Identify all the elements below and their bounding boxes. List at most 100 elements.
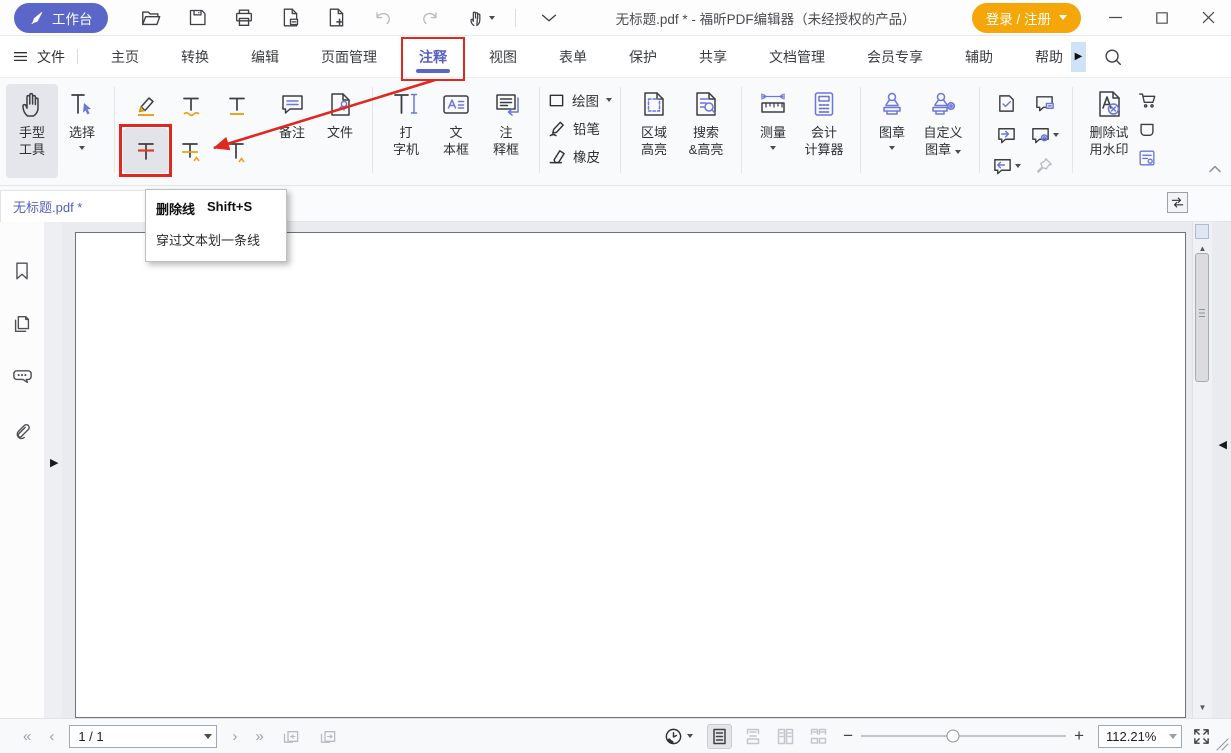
eraser-button[interactable]: 橡皮 [548, 146, 612, 166]
zoom-slider[interactable] [861, 735, 1066, 737]
maximize-button[interactable] [1154, 10, 1170, 26]
split-view-box[interactable] [1195, 224, 1209, 239]
stamp-button[interactable]: 图章 [869, 84, 915, 178]
note-bubble-icon [279, 91, 306, 118]
import-comments-button[interactable] [996, 124, 1017, 145]
last-page-button[interactable]: » [246, 728, 272, 745]
insert-text-tool-button[interactable] [214, 128, 260, 173]
reply-comments-button[interactable] [992, 155, 1021, 176]
tab-switch-button[interactable] [1167, 192, 1188, 213]
continuous-view-button[interactable] [740, 724, 765, 749]
window-resize-grip[interactable] [1216, 738, 1229, 751]
file-attachment-button[interactable]: 文件 [316, 84, 364, 178]
first-page-button[interactable]: « [14, 728, 40, 745]
pages-panel-icon[interactable] [11, 313, 33, 335]
reading-timer-button[interactable] [664, 727, 693, 746]
scroll-down-arrow[interactable]: ▼ [1193, 703, 1212, 712]
strikeout-tool-button[interactable] [123, 128, 168, 173]
zoom-out-button[interactable]: − [835, 726, 861, 746]
comments-panel-icon[interactable] [11, 366, 34, 389]
sidebar-expand-handle[interactable]: ▶ [50, 456, 58, 469]
menu-tab-member-exclusive[interactable]: 会员专享 [846, 36, 944, 78]
undo-icon[interactable] [372, 7, 394, 29]
right-panel-expand-handle[interactable]: ◀ [1219, 438, 1227, 451]
custom-stamp-button[interactable]: 自定义图章 [915, 84, 971, 178]
approve-comments-button[interactable] [996, 93, 1017, 114]
main-area: ▶ ▲ ▼ ◀ [0, 222, 1231, 718]
collapse-toolbar-icon[interactable] [538, 7, 560, 29]
menu-tab-protect[interactable]: 保护 [608, 36, 678, 78]
comment-settings-button[interactable] [1030, 124, 1059, 145]
menu-tab-form[interactable]: 表单 [538, 36, 608, 78]
underline-tool-button[interactable] [214, 84, 260, 128]
menu-tab-comment[interactable]: 注释 [398, 36, 468, 78]
redo-icon[interactable] [419, 7, 441, 29]
page-number-combobox[interactable]: 1 / 1 [69, 725, 217, 748]
menu-overflow-expand-button[interactable]: ▶ [1071, 42, 1086, 72]
menu-tab-edit[interactable]: 编辑 [230, 36, 300, 78]
menu-tab-assist[interactable]: 辅助 [944, 36, 1014, 78]
search-icon[interactable] [1102, 46, 1124, 68]
fullscreen-button[interactable] [1192, 727, 1211, 746]
zoom-in-button[interactable]: + [1066, 726, 1092, 746]
menu-tab-label: 共享 [699, 47, 727, 67]
menu-tab-convert[interactable]: 转换 [160, 36, 230, 78]
textbox-button[interactable]: 文本框 [431, 84, 481, 178]
menu-tab-help[interactable]: 帮助 [1014, 36, 1069, 78]
collapse-ribbon-icon[interactable] [1207, 163, 1223, 175]
document-viewport[interactable] [62, 222, 1192, 718]
next-page-button[interactable]: › [223, 728, 246, 745]
drawing-button[interactable]: 绘图 [548, 90, 612, 110]
vertical-scrollbar[interactable]: ▲ ▼ [1192, 222, 1212, 718]
single-page-view-button[interactable] [707, 724, 732, 749]
remove-trial-watermark-button[interactable]: 删除试用水印 [1081, 84, 1137, 178]
typewriter-button[interactable]: 打字机 [381, 84, 431, 178]
cart-icon[interactable] [1137, 90, 1157, 110]
shop-bag-icon[interactable] [1137, 119, 1157, 139]
hand-tool-button[interactable]: 手型工具 [6, 84, 58, 178]
menu-tab-page-management[interactable]: 页面管理 [300, 36, 398, 78]
save-icon[interactable] [187, 7, 208, 28]
file-menu[interactable]: 文件 [12, 47, 65, 67]
menu-tab-view[interactable]: 视图 [468, 36, 538, 78]
note-button[interactable]: 备注 [268, 84, 316, 178]
scroll-up-arrow[interactable]: ▲ [1193, 244, 1212, 253]
zoom-slider-thumb[interactable] [947, 730, 960, 743]
bookmarks-panel-icon[interactable] [11, 260, 33, 282]
insert-page-icon[interactable] [326, 7, 347, 28]
print-icon[interactable] [233, 7, 255, 29]
previous-page-button[interactable]: ‹ [40, 728, 63, 745]
workspace-button[interactable]: 工作台 [14, 3, 108, 33]
close-button[interactable] [1200, 9, 1217, 26]
callout-button[interactable]: 注释框 [481, 84, 531, 178]
attachments-panel-icon[interactable] [11, 420, 33, 442]
accounting-calculator-button[interactable]: 会计计算器 [796, 84, 852, 178]
zoom-level-combobox[interactable]: 112.21% [1098, 725, 1182, 748]
replace-text-tool-button[interactable] [168, 128, 214, 173]
document-tab[interactable]: 无标题.pdf * [0, 190, 146, 222]
next-view-button[interactable] [310, 726, 347, 747]
select-tool-button[interactable]: 选择 [58, 84, 106, 178]
minimize-button[interactable] [1107, 9, 1124, 26]
subscription-list-icon[interactable] [1137, 148, 1157, 168]
pencil-button[interactable]: 铅笔 [548, 118, 612, 138]
highlight-tool-button[interactable] [123, 84, 168, 128]
squiggly-underline-tool-button[interactable] [168, 84, 214, 128]
delete-page-icon[interactable] [280, 7, 301, 28]
open-file-icon[interactable] [140, 7, 162, 29]
login-register-button[interactable]: 登录 / 注册 [972, 3, 1081, 33]
menu-tab-home[interactable]: 主页 [90, 36, 160, 78]
search-highlight-button[interactable]: 搜索&高亮 [679, 84, 733, 178]
facing-continuous-view-button[interactable] [806, 724, 831, 749]
area-highlight-button[interactable]: 区域高亮 [629, 84, 679, 178]
hand-tool-quick-button[interactable] [466, 8, 495, 28]
menu-tab-document-management[interactable]: 文档管理 [748, 36, 846, 78]
previous-view-button[interactable] [273, 726, 310, 747]
pdf-page[interactable] [75, 232, 1186, 718]
facing-view-button[interactable] [773, 724, 798, 749]
comment-summary-button[interactable] [1034, 93, 1055, 114]
keep-tool-selected-pin-button[interactable] [1034, 156, 1054, 176]
menu-tab-share[interactable]: 共享 [678, 36, 748, 78]
measure-button[interactable]: 测量 [750, 84, 796, 178]
scrollbar-thumb[interactable] [1195, 253, 1209, 382]
